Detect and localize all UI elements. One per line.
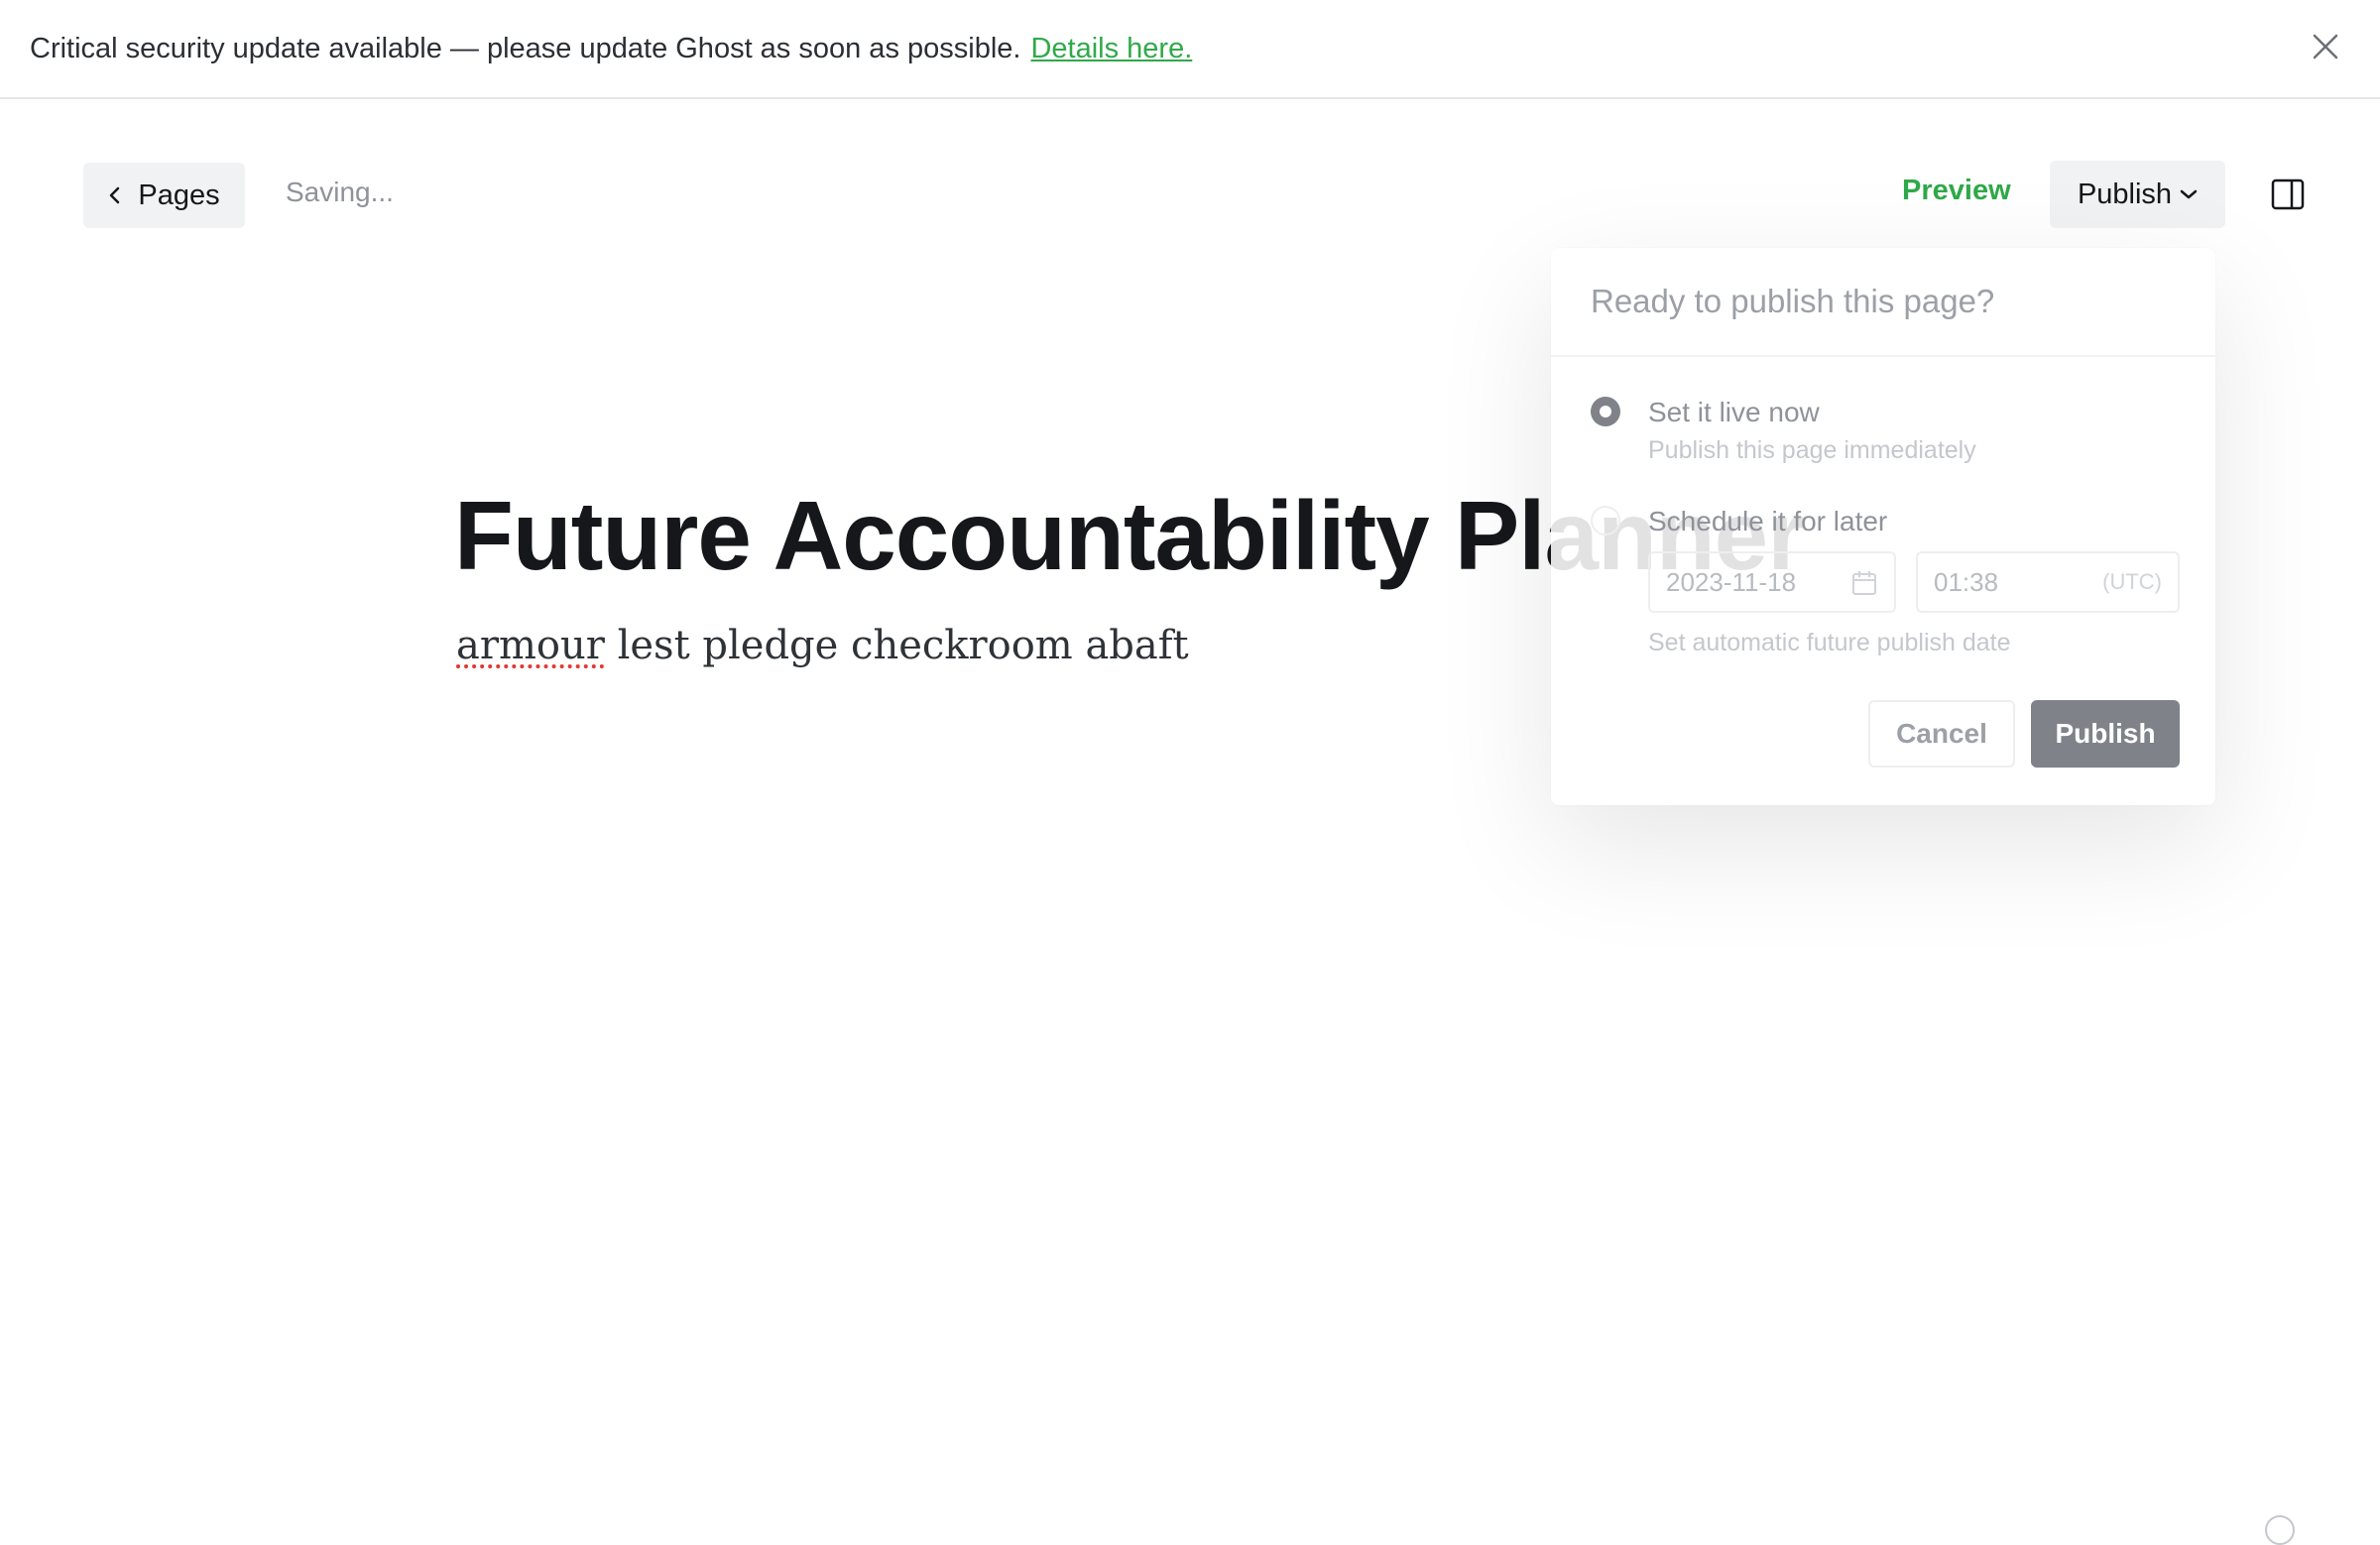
sidebar-toggle-icon[interactable] bbox=[2271, 178, 2305, 210]
back-to-pages-button[interactable]: Pages bbox=[83, 163, 245, 228]
banner-details-link[interactable]: Details here. bbox=[1030, 33, 1192, 65]
publish-popover-heading: Ready to publish this page? bbox=[1551, 248, 2215, 357]
publish-now-label[interactable]: Set it live now bbox=[1648, 397, 1820, 428]
timezone-label: (UTC) bbox=[2102, 569, 2162, 594]
chevron-left-icon bbox=[110, 186, 120, 204]
publish-now-description: Publish this page immediately bbox=[1648, 436, 1976, 464]
close-icon[interactable] bbox=[2309, 30, 2342, 63]
publish-menu-button[interactable]: Publish bbox=[2050, 161, 2225, 228]
banner-message: Critical security update available — ple… bbox=[30, 32, 1021, 64]
publish-popover: Ready to publish this page? Set it live … bbox=[1551, 248, 2215, 805]
security-banner: Critical security update available — ple… bbox=[0, 0, 2380, 99]
schedule-time-value: 01:38 bbox=[1934, 566, 1999, 597]
body-text-rest: lest pledge checkroom abaft bbox=[604, 623, 1189, 668]
schedule-hint: Set automatic future publish date bbox=[1648, 629, 2011, 656]
save-status: Saving... bbox=[286, 177, 394, 207]
misspelled-word: armour bbox=[456, 623, 605, 668]
calendar-icon[interactable] bbox=[1850, 569, 1878, 597]
preview-button[interactable]: Preview bbox=[1902, 175, 2011, 207]
chevron-down-icon bbox=[2180, 189, 2198, 199]
schedule-time-input[interactable]: 01:38 (UTC) bbox=[1916, 551, 2180, 613]
radio-publish-now[interactable] bbox=[1591, 397, 1620, 426]
schedule-date-input[interactable]: 2023-11-18 bbox=[1648, 551, 1896, 613]
publish-menu-label: Publish bbox=[2077, 178, 2173, 210]
schedule-later-label[interactable]: Schedule it for later bbox=[1648, 506, 1887, 537]
radio-schedule-later[interactable] bbox=[1591, 506, 1620, 535]
publish-button[interactable]: Publish bbox=[2031, 700, 2180, 768]
schedule-date-value: 2023-11-18 bbox=[1666, 566, 1797, 597]
cancel-button[interactable]: Cancel bbox=[1868, 700, 2015, 768]
back-button-label: Pages bbox=[138, 178, 220, 211]
help-icon[interactable] bbox=[2265, 1515, 2295, 1545]
page-body[interactable]: armour lest pledge checkroom abaft bbox=[456, 623, 1189, 668]
